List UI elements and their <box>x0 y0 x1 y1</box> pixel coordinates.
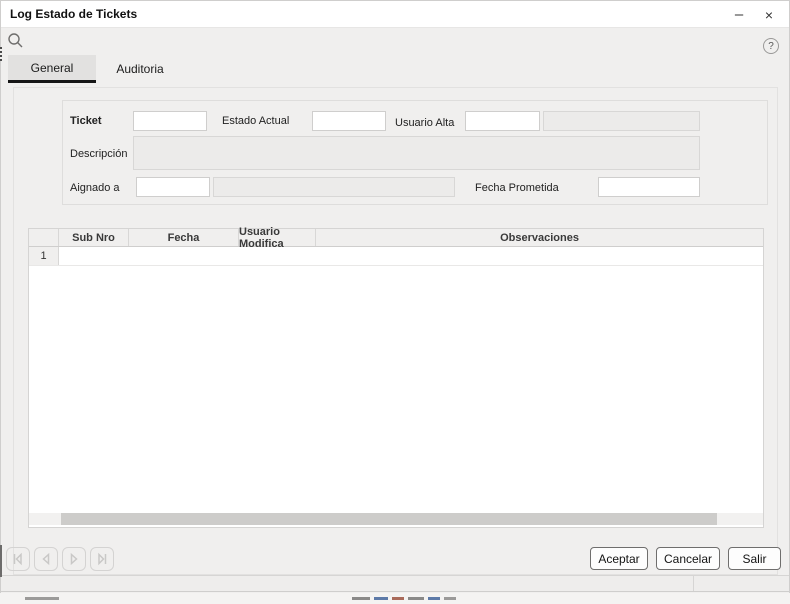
cell-fecha[interactable] <box>129 247 239 265</box>
grid-header: Sub Nro Fecha Usuario Modifica Observaci… <box>29 229 763 247</box>
cell-sub-nro[interactable] <box>59 247 129 265</box>
dialog-window: Log Estado de Tickets – × ? General Audi… <box>0 0 790 604</box>
last-record-button[interactable] <box>90 547 114 571</box>
grid-header-fecha[interactable]: Fecha <box>129 229 239 246</box>
background-window-edge <box>0 47 2 61</box>
salir-button[interactable]: Salir <box>728 547 781 570</box>
cell-observaciones[interactable] <box>316 247 763 265</box>
descripcion-label: Descripción <box>70 148 127 160</box>
ticket-input[interactable] <box>133 111 207 131</box>
usuario-alta-name-field <box>543 111 700 131</box>
previous-record-button[interactable] <box>34 547 58 571</box>
grid-header-rownum <box>29 229 59 246</box>
background-text-fragment <box>352 597 370 600</box>
next-record-button[interactable] <box>62 547 86 571</box>
background-text-fragment <box>374 597 388 600</box>
asignado-label: Aignado a <box>70 182 120 194</box>
background-window-strip <box>0 593 790 604</box>
aceptar-button[interactable]: Aceptar <box>590 547 648 570</box>
close-button[interactable]: × <box>753 1 785 28</box>
descripcion-field <box>133 136 700 170</box>
minimize-button[interactable]: – <box>723 1 755 28</box>
ticket-label: Ticket <box>70 115 102 127</box>
background-window-edge <box>0 545 2 577</box>
asignado-name-field <box>213 177 455 197</box>
tab-strip: General Auditoria <box>1 53 789 85</box>
table-row[interactable]: 1 <box>29 247 763 266</box>
previous-record-icon <box>38 551 54 567</box>
fecha-prometida-label: Fecha Prometida <box>475 182 559 194</box>
fecha-prometida-input[interactable] <box>598 177 700 197</box>
grid-header-usuario-modifica[interactable]: Usuario Modifica <box>239 229 316 246</box>
horizontal-scrollbar[interactable] <box>29 513 763 525</box>
log-grid: Sub Nro Fecha Usuario Modifica Observaci… <box>28 228 764 528</box>
status-bar-divider <box>693 576 694 591</box>
status-bar <box>1 575 789 592</box>
grid-empty-area <box>29 266 763 513</box>
first-record-button[interactable] <box>6 547 30 571</box>
cancelar-button[interactable]: Cancelar <box>656 547 720 570</box>
cell-usuario-modifica[interactable] <box>239 247 316 265</box>
last-record-icon <box>94 551 110 567</box>
grid-header-subnro[interactable]: Sub Nro <box>59 229 129 246</box>
background-text-fragment <box>444 597 456 600</box>
title-bar: Log Estado de Tickets – × <box>1 1 789 28</box>
background-text-fragment <box>428 597 440 600</box>
usuario-alta-label: Usuario Alta <box>395 117 454 129</box>
tab-auditoria[interactable]: Auditoria <box>101 55 179 83</box>
asignado-input[interactable] <box>136 177 210 197</box>
grid-header-observaciones[interactable]: Observaciones <box>316 229 763 246</box>
background-text-fragment <box>25 597 59 600</box>
tab-general[interactable]: General <box>8 55 96 83</box>
row-number-cell[interactable]: 1 <box>29 247 59 265</box>
first-record-icon <box>10 551 26 567</box>
toolbar: ? <box>1 28 789 53</box>
scrollbar-thumb[interactable] <box>61 513 717 525</box>
help-icon[interactable]: ? <box>763 38 779 54</box>
window-title: Log Estado de Tickets <box>10 7 137 21</box>
usuario-alta-input[interactable] <box>465 111 540 131</box>
background-text-fragment <box>408 597 424 600</box>
search-icon[interactable] <box>7 32 24 54</box>
background-text-fragment <box>392 597 404 600</box>
estado-actual-input[interactable] <box>312 111 386 131</box>
next-record-icon <box>66 551 82 567</box>
estado-actual-label: Estado Actual <box>222 115 289 127</box>
